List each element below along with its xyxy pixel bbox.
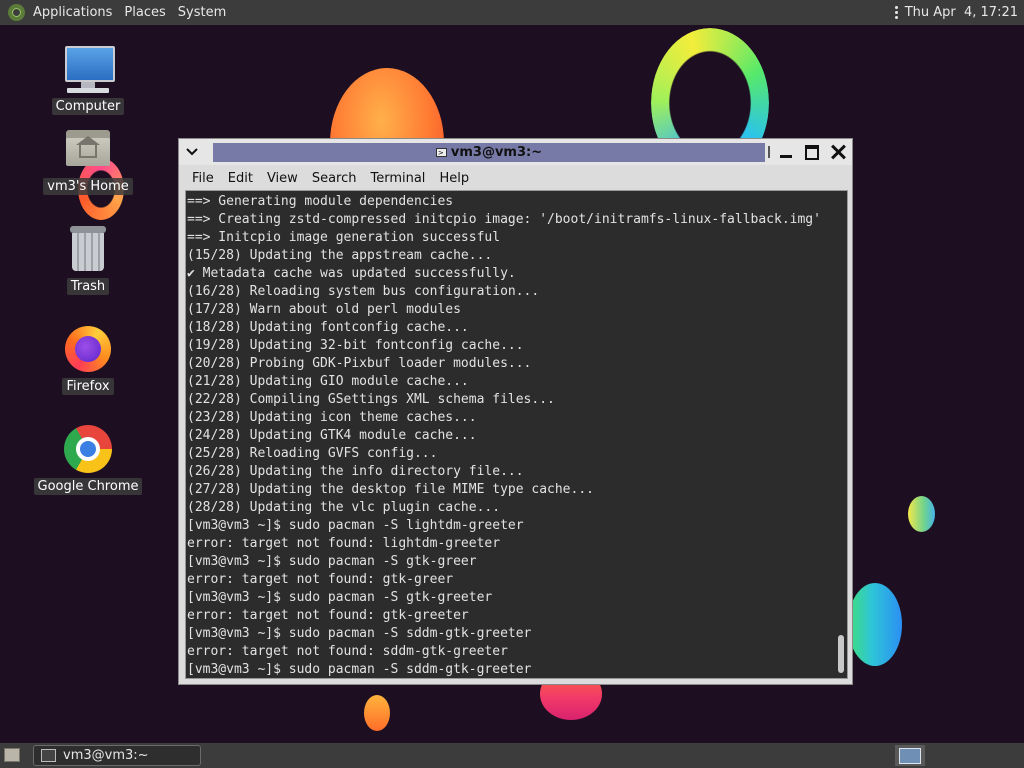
terminal-line: (26/28) Updating the info directory file…: [187, 464, 524, 479]
terminal-line: error: target not found: gtk-greeter: [187, 608, 469, 623]
menu-system[interactable]: System: [172, 0, 232, 25]
desktop-icon-chrome[interactable]: Google Chrome: [33, 424, 143, 495]
desktop-icon-label: Firefox: [62, 378, 114, 395]
terminal-line: (19/28) Updating 32-bit fontconfig cache…: [187, 338, 524, 353]
terminal-line: error: target not found: gtk-greer: [187, 572, 454, 587]
home-folder-icon: [63, 124, 113, 174]
window-title-strip: > vm3@vm3:~: [213, 143, 765, 162]
window-controls: [768, 139, 848, 165]
menu-file[interactable]: File: [185, 171, 221, 186]
terminal-line: (24/28) Updating GTK4 module cache...: [187, 428, 477, 443]
maximize-button[interactable]: [802, 142, 822, 162]
terminal-line: (20/28) Probing GDK-Pixbuf loader module…: [187, 356, 532, 371]
clock[interactable]: Thu Apr 4, 17:21: [905, 5, 1018, 20]
wallpaper-small-orange-blob: [364, 695, 390, 731]
taskbar-item-label: vm3@vm3:~: [63, 748, 149, 763]
terminal-line: (22/28) Compiling GSettings XML schema f…: [187, 392, 555, 407]
desktop-icon-home[interactable]: vm3's Home: [38, 124, 138, 195]
terminal-icon: >: [435, 148, 447, 157]
terminal-line: ==> Initcpio image generation successful: [187, 230, 501, 245]
firefox-icon: [63, 324, 113, 374]
terminal-line: error: target not found: sddm-gtk-greete…: [187, 644, 508, 659]
terminal-line: [vm3@vm3 ~]$ sudo pacman -S lightdm-gree…: [187, 518, 524, 533]
terminal-menubar: File Edit View Search Terminal Help: [185, 166, 847, 190]
menu-search[interactable]: Search: [305, 171, 364, 186]
menu-applications[interactable]: Applications: [27, 0, 118, 25]
close-button[interactable]: [828, 142, 848, 162]
terminal-line: ==> Generating module dependencies: [187, 194, 454, 209]
terminal-line: ✔ Metadata cache was updated successfull…: [187, 266, 516, 281]
show-desktop-icon[interactable]: [4, 748, 20, 762]
terminal-line: (16/28) Reloading system bus configurati…: [187, 284, 540, 299]
wallpaper-green-blob: [908, 496, 935, 532]
window-menu-button[interactable]: [179, 139, 205, 165]
terminal-line: (23/28) Updating icon theme caches...: [187, 410, 477, 425]
desktop-icon-computer[interactable]: Computer: [38, 44, 138, 115]
top-panel: Applications Places System Thu Apr 4, 17…: [0, 0, 1024, 25]
overflow-dots-icon[interactable]: [894, 6, 898, 19]
desktop-icon-label: Computer: [51, 98, 125, 115]
terminal-line: (21/28) Updating GIO module cache...: [187, 374, 469, 389]
menu-terminal[interactable]: Terminal: [363, 171, 432, 186]
window-title: vm3@vm3:~: [450, 145, 543, 160]
applications-logo-icon[interactable]: [8, 4, 25, 21]
terminal-line: [vm3@vm3 ~]$ sudo pacman -S sddm-gtk-gre…: [187, 662, 532, 677]
workspace-1[interactable]: [899, 748, 921, 764]
controls-separator: [768, 146, 770, 158]
terminal-scrollbar[interactable]: [835, 191, 847, 678]
chrome-icon: [63, 424, 113, 474]
terminal-line: (27/28) Updating the desktop file MIME t…: [187, 482, 594, 497]
terminal-line: (18/28) Updating fontconfig cache...: [187, 320, 469, 335]
menu-edit[interactable]: Edit: [221, 171, 260, 186]
wallpaper-cyan-blob: [848, 583, 902, 666]
desktop-icon-label: Google Chrome: [33, 478, 143, 495]
terminal-line: error: target not found: lightdm-greeter: [187, 536, 501, 551]
menu-help[interactable]: Help: [432, 171, 476, 186]
bottom-panel: vm3@vm3:~: [0, 743, 1024, 768]
chevron-down-icon: [186, 148, 198, 156]
terminal-line: (17/28) Warn about old perl modules: [187, 302, 461, 317]
trash-icon: [63, 224, 113, 274]
scrollbar-thumb[interactable]: [838, 635, 844, 673]
terminal-line: (15/28) Updating the appstream cache...: [187, 248, 493, 263]
terminal-line: (28/28) Updating the vlc plugin cache...: [187, 500, 501, 515]
window-title-bar[interactable]: > vm3@vm3:~: [179, 139, 852, 165]
terminal-line: [vm3@vm3 ~]$ sudo pacman -S gtk-greer: [187, 554, 477, 569]
terminal-output[interactable]: ==> Generating module dependencies ==> Cr…: [185, 190, 848, 679]
workspace-switcher[interactable]: [895, 745, 925, 766]
desktop-icon-trash[interactable]: Trash: [38, 224, 138, 295]
desktop-icon-label: Trash: [66, 278, 110, 295]
terminal-icon: [41, 749, 56, 762]
desktop-icon-label: vm3's Home: [43, 178, 133, 195]
terminal-line: [vm3@vm3 ~]$ sudo pacman -S sddm-gtk-gre…: [187, 626, 532, 641]
taskbar-item-terminal[interactable]: vm3@vm3:~: [33, 745, 201, 766]
menu-view[interactable]: View: [260, 171, 305, 186]
terminal-line: ==> Creating zstd-compressed initcpio im…: [187, 212, 821, 227]
menu-places[interactable]: Places: [118, 0, 171, 25]
terminal-window[interactable]: > vm3@vm3:~ File Edit View Search Termin…: [178, 138, 853, 685]
panel-right: Thu Apr 4, 17:21: [894, 5, 1024, 20]
desktop-icon-firefox[interactable]: Firefox: [38, 324, 138, 395]
computer-icon: [63, 44, 115, 94]
minimize-button[interactable]: [776, 142, 796, 162]
terminal-line: (25/28) Reloading GVFS config...: [187, 446, 438, 461]
terminal-line: [vm3@vm3 ~]$ sudo pacman -S gtk-greeter: [187, 590, 493, 605]
terminal-lines: ==> Generating module dependencies ==> Cr…: [187, 193, 837, 678]
